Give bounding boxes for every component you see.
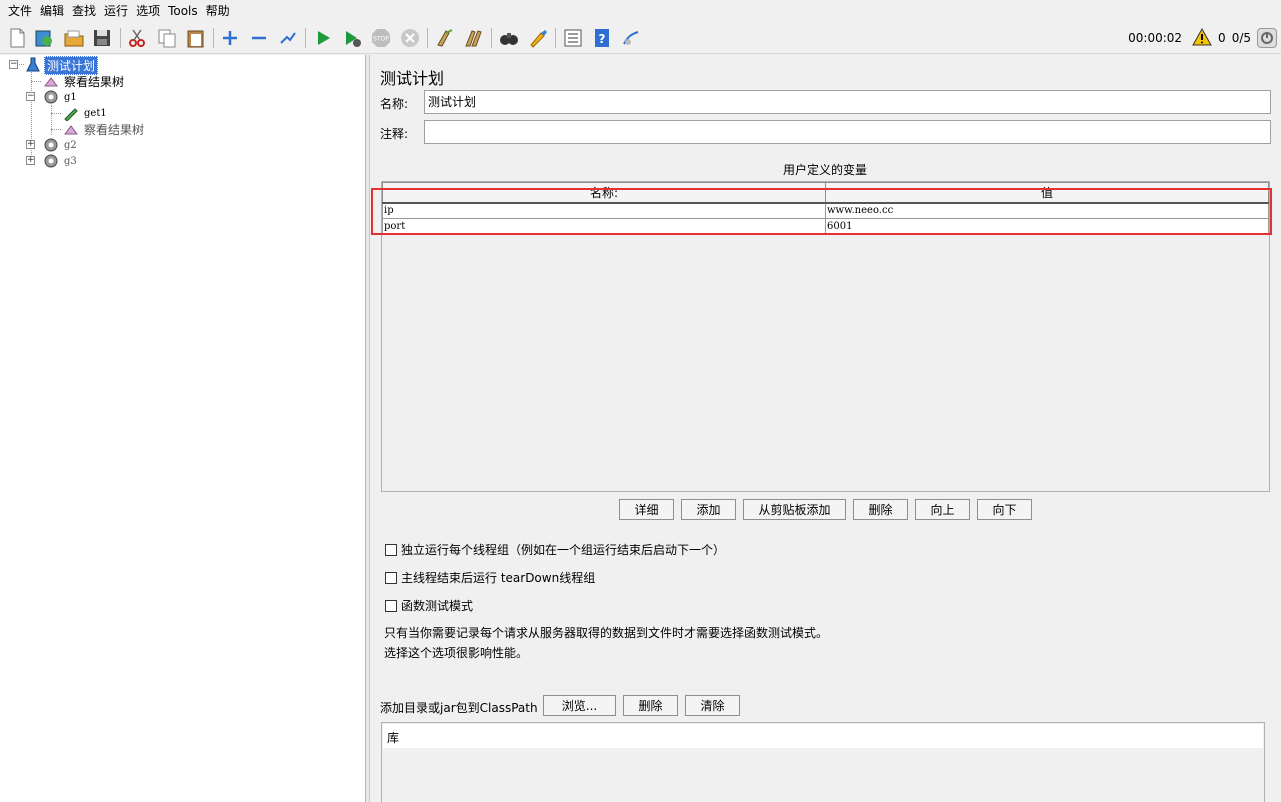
checkbox-box[interactable]	[385, 599, 397, 612]
tree-node-view-results-1[interactable]: 察看结果树	[42, 73, 126, 89]
test-plan-panel: 测试计划 名称: 测试计划 注释: 用户定义的变量 名称: 值 ip www.n…	[371, 55, 1281, 802]
menu-help[interactable]: 帮助	[202, 0, 234, 22]
highlight-annotation-box	[371, 188, 1272, 235]
checkbox-label: 独立运行每个线程组（例如在一个组运行结束后启动下一个）	[401, 543, 726, 557]
thread-group-icon	[42, 153, 60, 169]
toggle-icon[interactable]	[276, 26, 300, 50]
detail-button[interactable]: 详细	[619, 499, 674, 520]
thread-group-icon	[42, 89, 60, 105]
cut-icon[interactable]	[125, 26, 149, 50]
test-plan-tree[interactable]: − 测试计划 察看结果树 − g1 get1 察看结果树 + g2 + g3	[0, 55, 366, 802]
tree-node-get1[interactable]: get1	[62, 105, 109, 121]
tree-node-g2[interactable]: g2	[42, 137, 79, 153]
results-tree-icon	[62, 121, 80, 137]
move-up-button[interactable]: 向上	[915, 499, 970, 520]
toolbar: STOP ? 00:00:02 0 0/5	[0, 22, 1281, 54]
teardown-after-shutdown-checkbox[interactable]: 主线程结束后运行 tearDown线程组	[385, 569, 595, 586]
remote-status-icon	[1257, 28, 1277, 48]
menu-search[interactable]: 查找	[68, 0, 100, 22]
performance-note: 选择这个选项很影响性能。	[384, 646, 529, 660]
checkbox-box[interactable]	[385, 543, 397, 556]
svg-text:?: ?	[599, 32, 606, 46]
open-icon[interactable]	[62, 26, 86, 50]
copy-icon[interactable]	[155, 26, 179, 50]
http-sampler-icon	[62, 105, 80, 121]
tree-node-test-plan[interactable]: 测试计划	[24, 55, 99, 75]
comment-label: 注释:	[380, 127, 409, 141]
warning-icon[interactable]	[1192, 27, 1212, 49]
menu-edit[interactable]: 编辑	[36, 0, 68, 22]
classpath-clear-button[interactable]: 清除	[685, 695, 740, 716]
menu-file[interactable]: 文件	[4, 0, 36, 22]
help-icon[interactable]: ?	[590, 26, 614, 50]
function-helper-icon[interactable]	[561, 26, 585, 50]
start-no-pause-icon[interactable]	[340, 26, 364, 50]
move-down-button[interactable]: 向下	[977, 499, 1032, 520]
functional-mode-note: 只有当你需要记录每个请求从服务器取得的数据到文件时才需要选择函数测试模式。	[384, 626, 829, 640]
expand-g3-icon[interactable]: +	[26, 156, 35, 165]
status-area: 00:00:02 0 0/5	[1128, 26, 1277, 50]
shutdown-icon[interactable]	[398, 26, 422, 50]
classpath-delete-button[interactable]: 删除	[623, 695, 678, 716]
svg-text:STOP: STOP	[373, 36, 389, 43]
thread-count: 0/5	[1231, 31, 1251, 45]
collapse-test-plan-icon[interactable]: −	[9, 60, 18, 69]
delete-button[interactable]: 删除	[853, 499, 908, 520]
library-column-header: 库	[383, 724, 1263, 748]
templates-icon[interactable]	[32, 26, 56, 50]
name-field[interactable]: 测试计划	[424, 90, 1271, 114]
menu-bar: 文件 编辑 查找 运行 选项 Tools 帮助	[0, 0, 1281, 22]
warning-count: 0	[1218, 31, 1226, 45]
menu-tools[interactable]: Tools	[164, 0, 202, 22]
classpath-label: 添加目录或jar包到ClassPath	[380, 701, 538, 715]
page-title: 测试计划	[380, 69, 445, 88]
expand-g2-icon[interactable]: +	[26, 140, 35, 149]
checkbox-box[interactable]	[385, 571, 397, 584]
tree-node-g3[interactable]: g3	[42, 153, 79, 169]
checkbox-label: 函数测试模式	[401, 599, 474, 613]
results-tree-icon	[42, 73, 60, 89]
stop-icon[interactable]: STOP	[369, 26, 393, 50]
start-icon[interactable]	[311, 26, 335, 50]
reset-search-icon[interactable]	[526, 26, 550, 50]
elapsed-timer: 00:00:02	[1128, 31, 1183, 45]
browse-button[interactable]: 浏览...	[543, 695, 616, 716]
collapse-icon[interactable]	[247, 26, 271, 50]
split-pane-divider[interactable]	[366, 55, 370, 802]
library-list[interactable]: 库	[381, 722, 1265, 802]
thread-group-icon	[42, 137, 60, 153]
functional-test-mode-checkbox[interactable]: 函数测试模式	[385, 597, 473, 614]
add-from-clipboard-button[interactable]: 从剪贴板添加	[743, 499, 846, 520]
tree-node-view-results-2[interactable]: 察看结果树	[62, 121, 146, 137]
variables-heading: 用户定义的变量	[783, 163, 868, 177]
clear-all-icon[interactable]	[462, 26, 486, 50]
collapse-g1-icon[interactable]: −	[26, 92, 35, 101]
run-groups-consecutively-checkbox[interactable]: 独立运行每个线程组（例如在一个组运行结束后启动下一个）	[385, 541, 725, 558]
clear-icon[interactable]	[433, 26, 457, 50]
name-label: 名称:	[380, 97, 409, 111]
add-button[interactable]: 添加	[681, 499, 736, 520]
comment-field[interactable]	[424, 120, 1271, 144]
tree-node-g1[interactable]: g1	[42, 89, 79, 105]
expand-icon[interactable]	[218, 26, 242, 50]
menu-options[interactable]: 选项	[132, 0, 164, 22]
flask-icon	[24, 57, 42, 73]
search-icon[interactable]	[497, 26, 521, 50]
remote-icon[interactable]	[619, 26, 643, 50]
new-icon[interactable]	[5, 26, 29, 50]
checkbox-label: 主线程结束后运行 tearDown线程组	[401, 571, 596, 585]
menu-run[interactable]: 运行	[100, 0, 132, 22]
save-icon[interactable]	[90, 26, 114, 50]
paste-icon[interactable]	[184, 26, 208, 50]
